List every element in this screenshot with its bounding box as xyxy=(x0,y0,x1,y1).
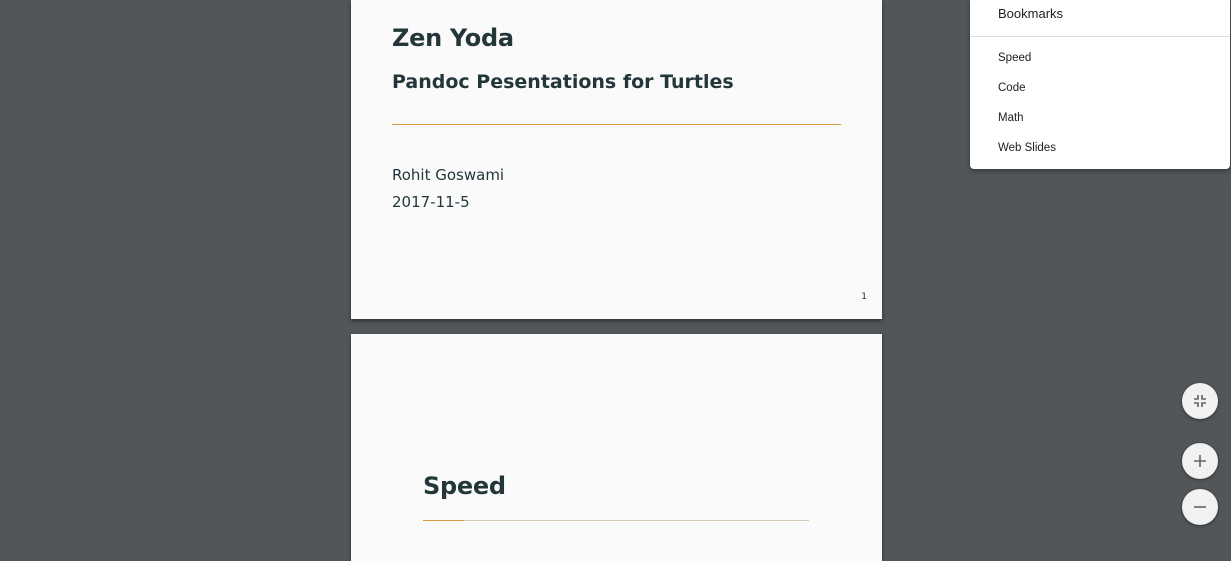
bookmarks-header[interactable]: Bookmarks xyxy=(998,6,1063,21)
bookmark-item-web-slides[interactable]: Web Slides xyxy=(970,133,1230,163)
zoom-out-icon xyxy=(1194,506,1206,508)
section-progress-bar xyxy=(423,520,809,521)
slide-page-2: Speed xyxy=(351,334,882,561)
slide-subtitle: Pandoc Pesentations for Turtles xyxy=(392,71,734,93)
page-number: 1 xyxy=(861,292,867,302)
zoom-out-button[interactable] xyxy=(1182,489,1218,525)
bookmarks-panel: Bookmarks Speed Code Math Web Slides xyxy=(970,0,1230,169)
zoom-in-icon xyxy=(1194,455,1206,467)
title-divider xyxy=(392,124,841,125)
bookmarks-list: Speed Code Math Web Slides xyxy=(970,43,1230,163)
bookmarks-divider xyxy=(970,36,1230,37)
slide-author: Rohit Goswami xyxy=(392,166,505,184)
section-title: Speed xyxy=(423,472,506,500)
bookmark-item-math[interactable]: Math xyxy=(970,103,1230,133)
bookmark-item-code[interactable]: Code xyxy=(970,73,1230,103)
pdf-viewer: Zen Yoda Pandoc Pesentations for Turtles… xyxy=(0,0,1231,561)
bookmark-item-speed[interactable]: Speed xyxy=(970,43,1230,73)
fit-to-page-icon xyxy=(1194,395,1206,407)
slide-title: Zen Yoda xyxy=(392,24,514,52)
slide-date: 2017-11-5 xyxy=(392,193,470,211)
fit-to-page-button[interactable] xyxy=(1182,383,1218,419)
section-progress-fill xyxy=(423,520,464,521)
slide-page-1: Zen Yoda Pandoc Pesentations for Turtles… xyxy=(351,0,882,319)
zoom-in-button[interactable] xyxy=(1182,443,1218,479)
